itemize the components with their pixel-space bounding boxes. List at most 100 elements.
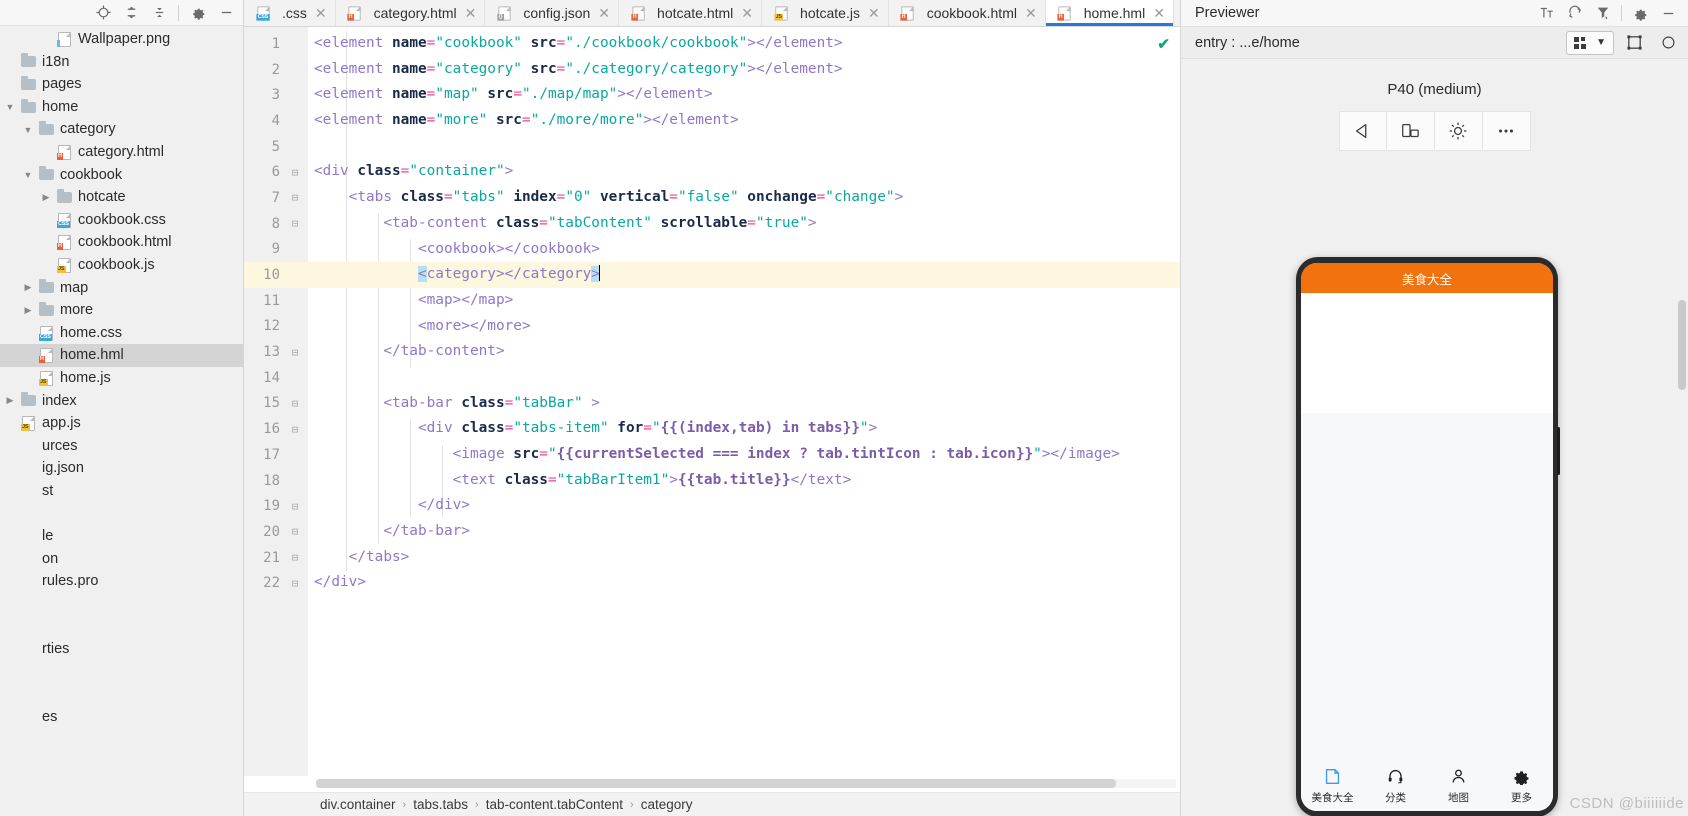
tree-item[interactable]: ▶ hotcate [0,186,243,209]
editor-horizontal-scrollbar[interactable] [244,776,1180,792]
tree-item[interactable]: Wallpaper.png [0,28,243,51]
tree-item[interactable]: CSS home.css [0,322,243,345]
chevron-right-icon[interactable]: ▶ [20,305,36,316]
tree-item[interactable]: st [0,480,243,503]
code-area[interactable]: <element name="cookbook" src="./cookbook… [308,27,1180,776]
close-icon[interactable]: ✕ [868,6,880,20]
code-line[interactable]: <image src="{{currentSelected === index … [308,442,1180,468]
inspect-icon[interactable] [1589,2,1617,24]
tree-item[interactable]: ▼ cookbook [0,164,243,187]
code-line[interactable]: <div class="container"> [308,159,1180,185]
fold-toggle-icon[interactable]: ⊟ [286,551,304,564]
editor-tab[interactable]: Hhome.hml ✕ [1045,0,1174,26]
tree-item[interactable]: pages [0,73,243,96]
code-line[interactable]: <tab-content class="tabContent" scrollab… [308,211,1180,237]
previewer-scroll-thumb[interactable] [1678,300,1686,390]
settings-gear-icon[interactable] [185,2,211,24]
chevron-right-icon[interactable]: ▶ [20,282,36,293]
editor-tab[interactable]: {} config.json ✕ [485,0,620,26]
tree-item[interactable]: rules.pro [0,570,243,593]
device-screen[interactable]: 美食大全 美食大全 分类 地图 更多 [1301,263,1553,811]
expand-all-icon[interactable] [118,2,144,24]
code-line[interactable]: <cookbook></cookbook> [308,237,1180,263]
fold-toggle-icon[interactable]: ⊟ [286,166,304,179]
locate-target-icon[interactable] [90,2,116,24]
tree-item[interactable] [0,683,243,706]
tree-item[interactable]: i18n [0,51,243,74]
fold-toggle-icon[interactable]: ⊟ [286,423,304,436]
code-line[interactable]: </tab-bar> [308,519,1180,545]
app-tab-item[interactable]: 更多 [1490,767,1553,805]
code-line[interactable]: </tabs> [308,545,1180,571]
tree-item[interactable]: es [0,706,243,729]
code-line[interactable] [308,134,1180,160]
tree-item[interactable]: le [0,525,243,548]
tree-item[interactable]: CSS cookbook.css [0,209,243,232]
app-tab-item[interactable]: 分类 [1364,767,1427,805]
tree-item[interactable]: ▼ category [0,118,243,141]
code-line[interactable] [308,365,1180,391]
app-tab-item[interactable]: 美食大全 [1301,767,1364,805]
tree-item[interactable]: JS home.js [0,367,243,390]
breadcrumb-item[interactable]: category [641,797,693,812]
tree-item[interactable] [0,502,243,525]
fold-toggle-icon[interactable]: ⊟ [286,525,304,538]
editor-tab[interactable]: CSS .css ✕ [244,0,336,26]
code-line[interactable]: <element name="category" src="./category… [308,57,1180,83]
tree-item[interactable] [0,593,243,616]
tree-item[interactable]: ▶ more [0,299,243,322]
tree-item[interactable]: rties [0,638,243,661]
editor-tab[interactable]: Hcookbook.html ✕ [888,0,1046,26]
editor-tab[interactable]: Hhotcate.html ✕ [619,0,763,26]
fold-toggle-icon[interactable]: ⊟ [286,577,304,590]
code-line[interactable]: <div class="tabs-item" for="{{(index,tab… [308,416,1180,442]
brightness-icon[interactable] [1434,111,1483,151]
breadcrumb-item[interactable]: div.container [320,797,396,812]
code-line[interactable]: <text class="tabBarItem1">{{tab.title}}<… [308,468,1180,494]
chevron-down-icon[interactable]: ▼ [20,125,36,135]
tree-item[interactable]: Hhome.hml [0,344,243,367]
code-line[interactable]: <category></category> [308,262,1180,288]
code-line[interactable]: <element name="map" src="./map/map"></el… [308,82,1180,108]
tree-item[interactable]: ▶ index [0,390,243,413]
code-line[interactable]: <element name="more" src="./more/more"><… [308,108,1180,134]
previewer-vertical-scrollbar[interactable] [1678,0,1687,816]
tree-item[interactable]: ▼ home [0,96,243,119]
frame-icon[interactable] [1620,31,1648,55]
close-icon[interactable]: ✕ [598,6,610,20]
code-line[interactable]: <more></more> [308,314,1180,340]
overflow-icon[interactable] [1654,31,1682,55]
chevron-down-icon[interactable]: ▼ [20,170,36,180]
minimize-icon[interactable] [213,2,239,24]
tree-item[interactable] [0,661,243,684]
tree-item[interactable]: JS cookbook.js [0,254,243,277]
chevron-down-icon[interactable]: ▼ [2,102,18,112]
rotate-left-icon[interactable] [1338,111,1387,151]
chevron-right-icon[interactable]: ▶ [2,395,18,406]
tree-item[interactable]: Hcookbook.html [0,231,243,254]
close-icon[interactable]: ✕ [741,6,753,20]
code-line[interactable]: </tab-content> [308,339,1180,365]
fold-toggle-icon[interactable]: ⊟ [286,397,304,410]
tree-item[interactable] [0,615,243,638]
chevron-right-icon[interactable]: ▶ [38,192,54,203]
close-icon[interactable]: ✕ [1025,6,1037,20]
code-line[interactable]: <map></map> [308,288,1180,314]
close-icon[interactable]: ✕ [1153,6,1165,20]
minimize-icon[interactable] [1654,2,1682,24]
fold-toggle-icon[interactable]: ⊟ [286,500,304,513]
tree-item[interactable]: on [0,548,243,571]
close-icon[interactable]: ✕ [315,6,327,20]
code-line[interactable]: </div> [308,570,1180,596]
fold-toggle-icon[interactable]: ⊟ [286,191,304,204]
app-tab-item[interactable]: 地图 [1427,767,1490,805]
hscroll-thumb[interactable] [316,779,1116,788]
tree-item[interactable]: urces [0,435,243,458]
tree-item[interactable]: ▶ map [0,277,243,300]
collapse-all-icon[interactable] [146,2,172,24]
code-line[interactable]: <tabs class="tabs" index="0" vertical="f… [308,185,1180,211]
fold-toggle-icon[interactable]: ⊟ [286,346,304,359]
fold-toggle-icon[interactable]: ⊟ [286,217,304,230]
more-options-icon[interactable] [1482,111,1531,151]
editor-tab[interactable]: JS hotcate.js ✕ [762,0,889,26]
